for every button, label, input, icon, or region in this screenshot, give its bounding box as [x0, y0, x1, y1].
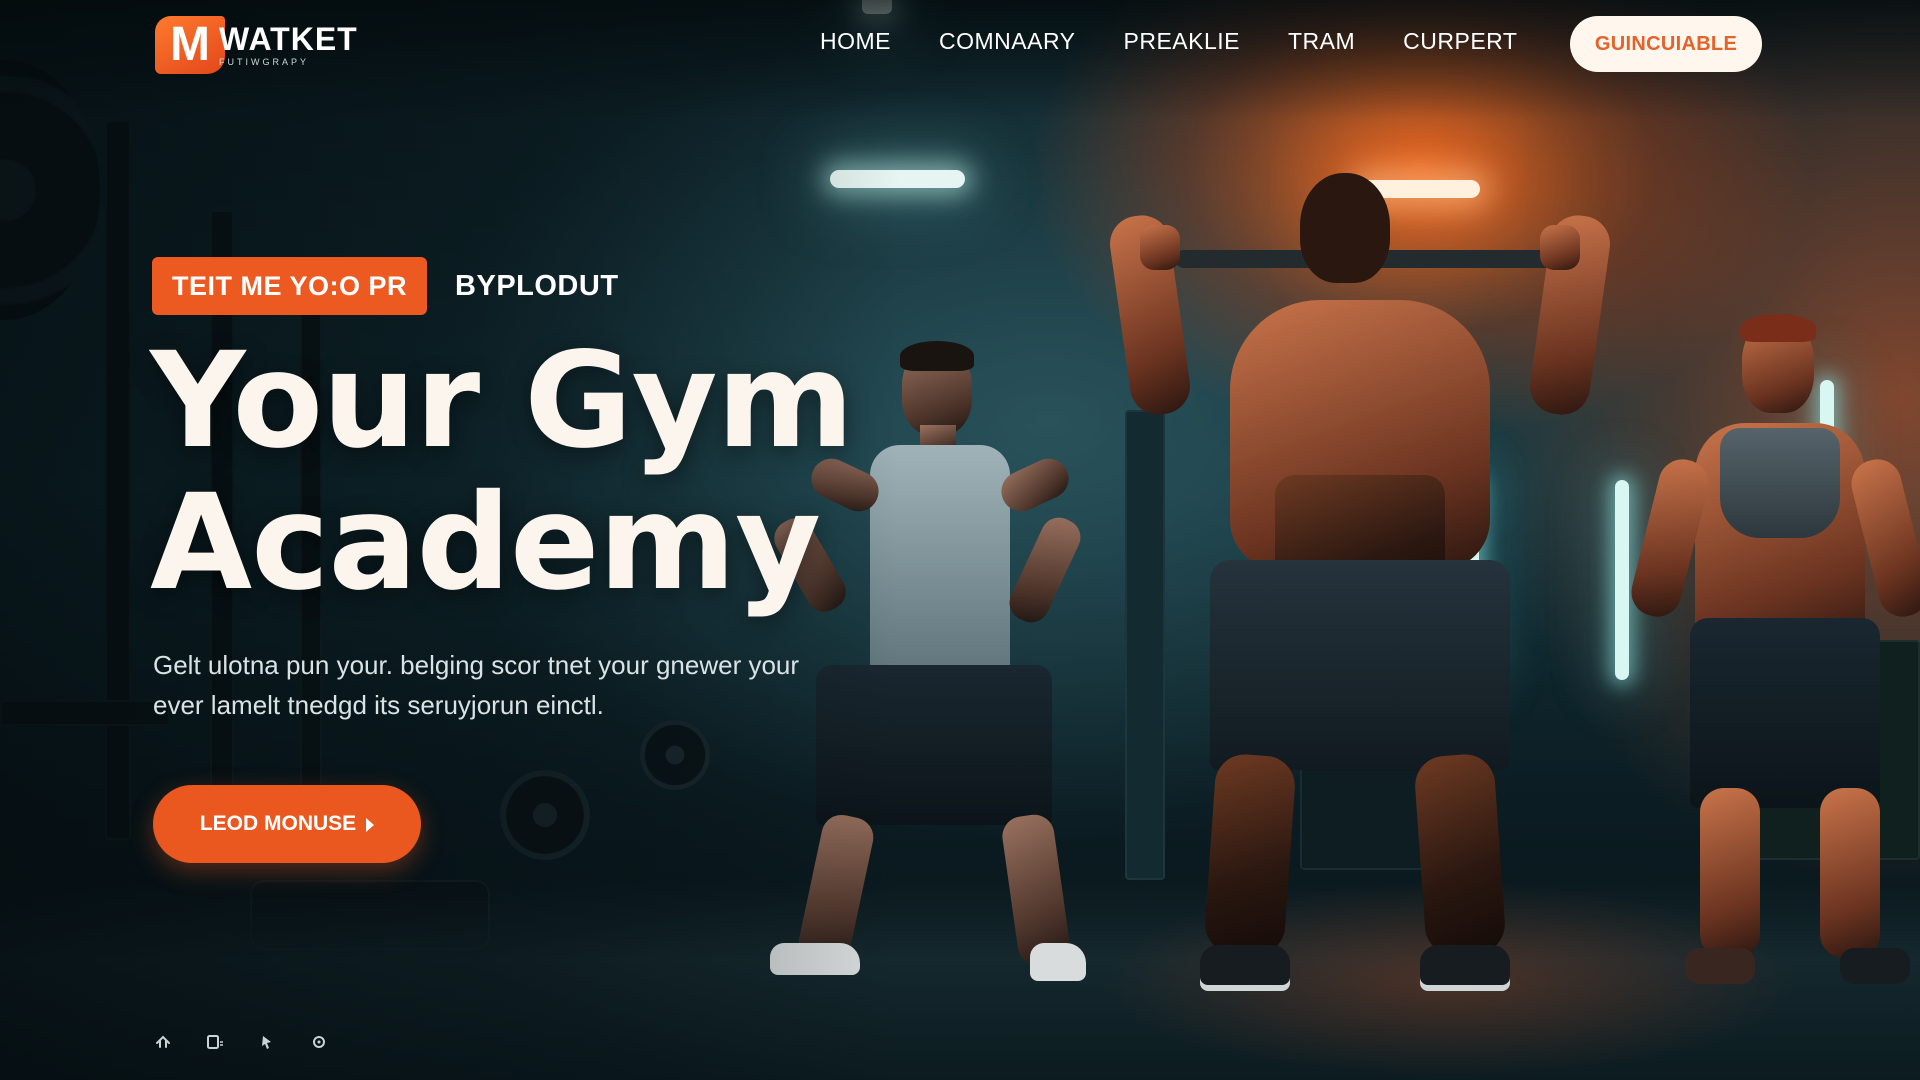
brand-tagline: FUTIWGRAPY: [219, 56, 309, 67]
home-icon[interactable]: [153, 1032, 173, 1052]
brand-name: WATKET: [219, 20, 358, 57]
brand-logo[interactable]: M WATKET FUTIWGRAPY: [155, 16, 358, 74]
site-header: M WATKET FUTIWGRAPY HOME COMNAARY PREAKL…: [0, 0, 1920, 90]
hero-tag-row: TEIT ME YO:O PR BYPLODUT: [152, 257, 619, 315]
nav-link-curpert[interactable]: CURPERT: [1403, 28, 1517, 55]
nav-link-tram[interactable]: TRAM: [1288, 28, 1355, 55]
hero-badge: TEIT ME YO:O PR: [152, 257, 428, 315]
hero-title: Your Gym Academy: [150, 324, 854, 620]
hero-title-line-2: Academy: [150, 466, 821, 620]
pin-icon[interactable]: [257, 1032, 277, 1052]
hero-title-line-1: Your Gym: [150, 324, 854, 478]
athlete-right: [1626, 314, 1920, 998]
main-nav: HOME COMNAARY PREAKLIE TRAM CURPERT: [820, 28, 1517, 55]
calendar-icon[interactable]: [205, 1032, 225, 1052]
header-cta-button[interactable]: GUINCUIABLE: [1570, 16, 1762, 72]
logo-text: WATKET FUTIWGRAPY: [219, 23, 358, 68]
settings-icon[interactable]: [309, 1032, 329, 1052]
nav-link-preaklie[interactable]: PREAKLIE: [1124, 28, 1241, 55]
logo-mark: M: [155, 16, 225, 74]
hero-description-line-1: Gelt ulotna pun your. belging scor tnet …: [153, 650, 800, 680]
hero-description: Gelt ulotna pun your. belging scor tnet …: [153, 645, 873, 725]
athlete-center: [1100, 173, 1620, 1025]
hero-cta-label: LEOD MONUSE: [199, 812, 357, 835]
hero-badge-side-text: BYPLODUT: [455, 269, 619, 302]
chevron-right-icon: [366, 817, 375, 832]
footer-icon-row: [153, 1032, 329, 1052]
nav-link-home[interactable]: HOME: [820, 28, 891, 55]
hero-description-line-2: ever lamelt tnedgd its seruyjorun einctl…: [153, 690, 604, 720]
nav-link-comnaary[interactable]: COMNAARY: [939, 28, 1076, 55]
hero-cta-button[interactable]: LEOD MONUSE: [153, 785, 421, 863]
